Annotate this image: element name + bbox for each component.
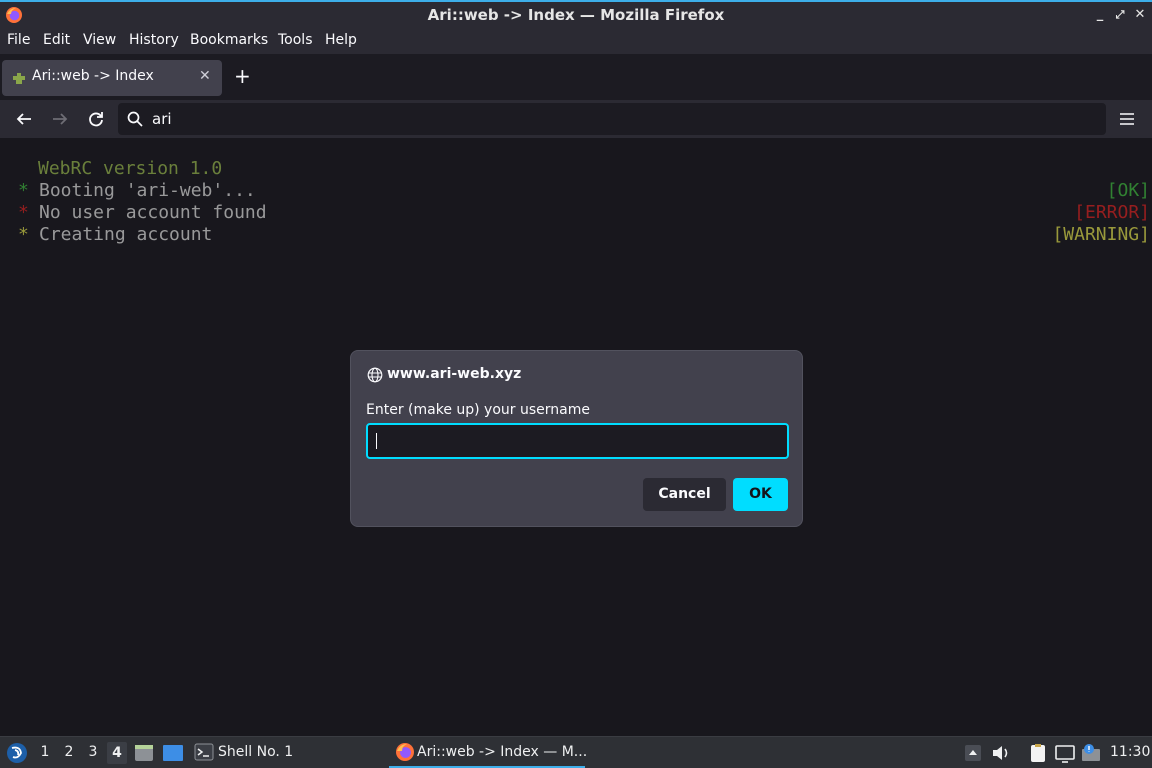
network-icon[interactable] [1054,742,1076,764]
menu-bookmarks[interactable]: Bookmarks [190,32,268,48]
workspace-2[interactable]: 2 [59,744,79,760]
hamburger-menu-icon[interactable] [1118,110,1136,128]
task-firefox[interactable]: Ari::web -> Index — M... [389,737,588,768]
taskbar: 1 2 3 4 Shell No. 1 Ari::web -> Index — … [0,736,1152,768]
menu-edit[interactable]: Edit [43,32,70,48]
volume-icon[interactable] [990,742,1012,764]
maximize-icon[interactable]: ⤢ [1111,6,1129,24]
dialog-host: www.ari-web.xyz [387,366,522,382]
globe-icon [367,367,383,383]
file-manager-icon[interactable] [133,742,155,764]
url-input[interactable]: ari [152,110,172,128]
window-title: Ari::web -> Index — Mozilla Firefox [427,6,725,24]
terminal-icon [194,743,214,761]
window-titlebar[interactable]: Ari::web -> Index — Mozilla Firefox _ ⤢ … [0,0,1152,28]
task-label: Shell No. 1 [218,744,294,760]
reload-icon[interactable] [86,109,106,129]
workspace-3[interactable]: 3 [83,744,103,760]
puzzle-favicon-icon [13,73,25,84]
notifications-icon[interactable] [1080,742,1102,764]
tab-close-icon[interactable]: ✕ [199,68,211,84]
close-icon[interactable]: ✕ [1131,6,1149,24]
cancel-button[interactable]: Cancel [643,478,726,511]
menu-tools[interactable]: Tools [278,32,313,48]
tab-ari-web[interactable]: Ari::web -> Index ✕ [2,60,222,96]
menu-history[interactable]: History [129,32,179,48]
forward-icon[interactable] [50,109,70,129]
menu-file[interactable]: File [7,32,30,48]
clock: 11:30 [1110,744,1151,760]
navigation-bar: ari [0,100,1152,138]
firefox-icon [396,743,414,761]
text-caret [376,433,377,449]
tab-bar: Ari::web -> Index ✕ + [0,54,1152,100]
workspace-1[interactable]: 1 [35,744,55,760]
start-menu-icon[interactable] [6,742,28,764]
minimize-icon[interactable]: _ [1091,6,1109,24]
menu-help[interactable]: Help [325,32,357,48]
search-icon [127,111,143,127]
prompt-dialog: www.ari-web.xyz Enter (make up) your use… [350,350,803,527]
username-input[interactable] [366,423,789,459]
workspace-4[interactable]: 4 [107,742,127,764]
clipboard-icon[interactable] [1027,742,1049,764]
back-icon[interactable] [14,109,34,129]
tab-label: Ari::web -> Index [32,68,154,84]
task-label: Ari::web -> Index — M... [417,744,588,760]
menu-bar: File Edit View History Bookmarks Tools H… [0,28,1152,54]
new-tab-icon[interactable]: + [234,66,251,86]
dialog-prompt: Enter (make up) your username [366,402,590,418]
task-shell[interactable]: Shell No. 1 [192,737,312,768]
menu-view[interactable]: View [83,32,116,48]
ok-button[interactable]: OK [733,478,788,511]
url-bar[interactable]: ari [118,103,1106,135]
desktop-icon[interactable] [162,742,184,764]
arrow-up-icon[interactable] [962,742,984,764]
